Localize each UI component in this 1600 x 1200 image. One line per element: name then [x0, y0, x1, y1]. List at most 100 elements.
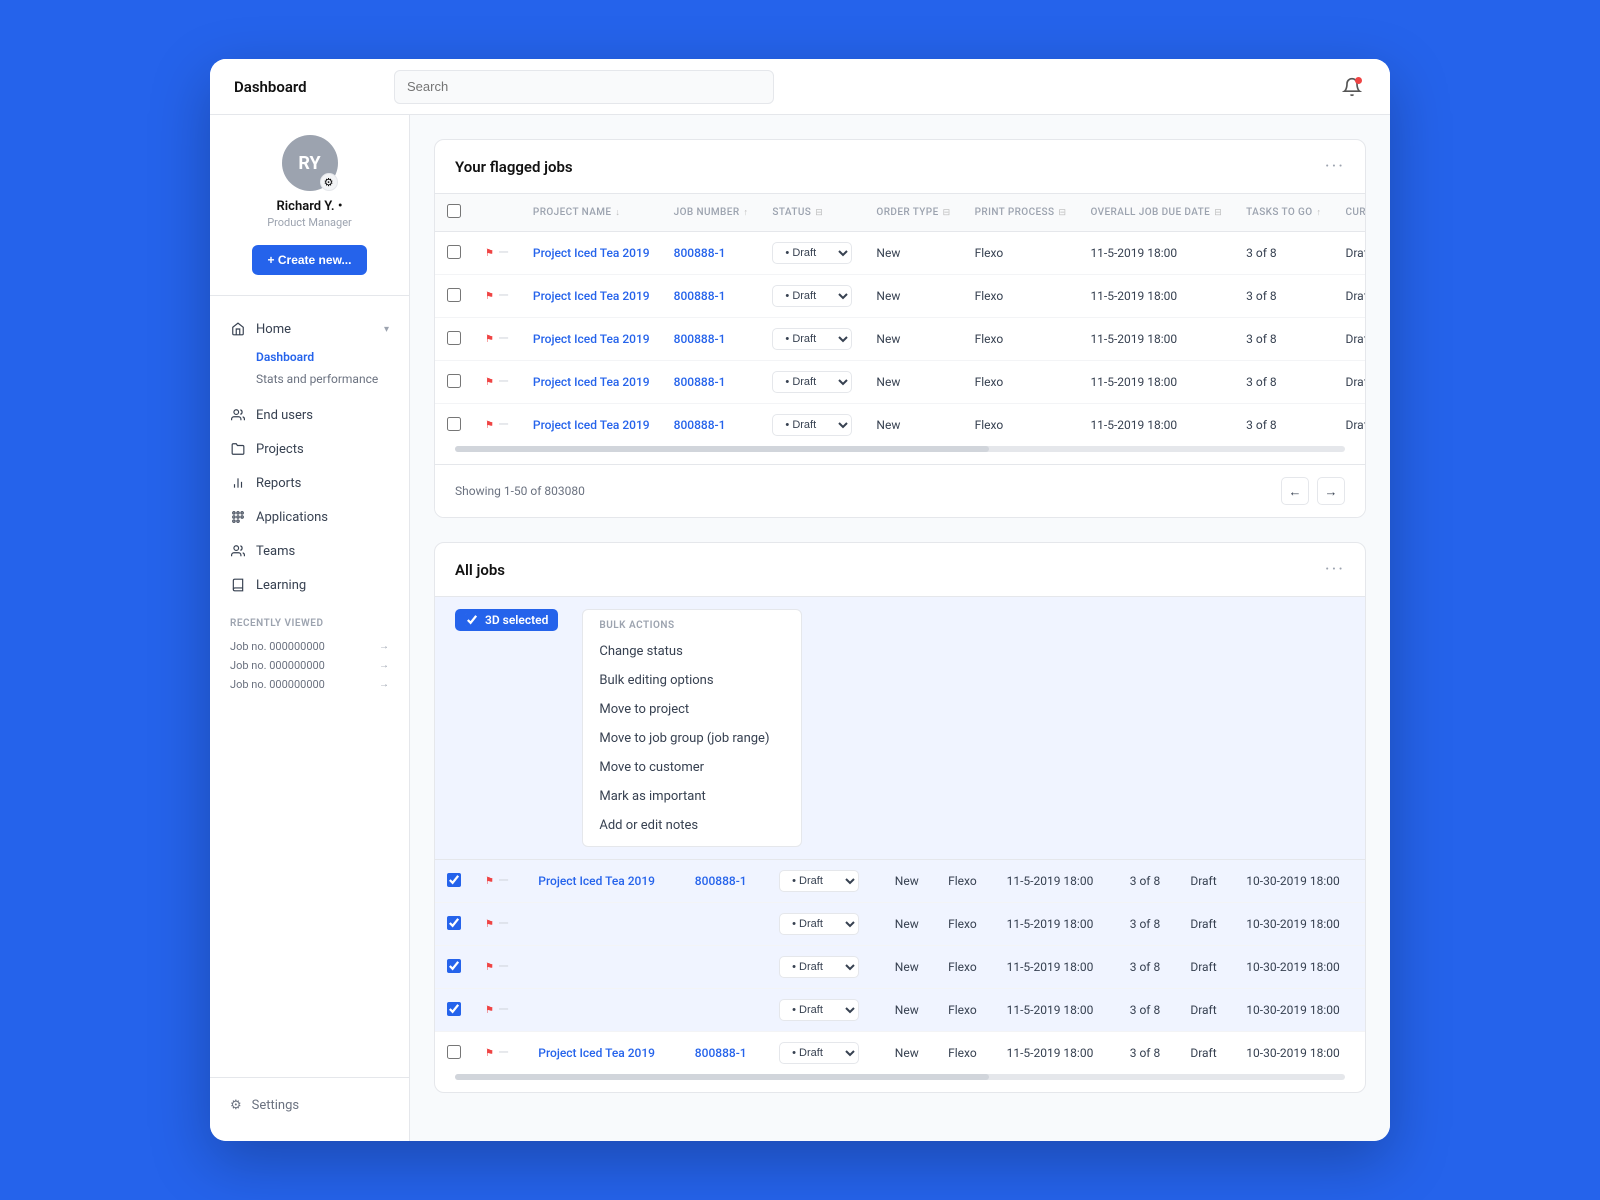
- user-name: Richard Y. •: [277, 199, 343, 214]
- flagged-jobs-menu[interactable]: ···: [1325, 156, 1345, 177]
- row-action-dash[interactable]: —: [498, 1045, 509, 1061]
- flag-icon[interactable]: ⚑: [485, 248, 494, 259]
- bulk-mark-important[interactable]: Mark as important: [583, 782, 801, 811]
- status-select[interactable]: • Draft • Active • Closed: [772, 285, 852, 307]
- th-curr-status[interactable]: CURRENT ITEM STATUS ⊟: [1333, 194, 1365, 232]
- bulk-editing-options[interactable]: Bulk editing options: [583, 666, 801, 695]
- next-page-button[interactable]: →: [1317, 477, 1345, 505]
- sidebar-item-end-users[interactable]: End users: [210, 398, 409, 432]
- row-action-dash[interactable]: —: [498, 374, 509, 390]
- flag-icon[interactable]: ⚑: [485, 291, 494, 302]
- row-checkbox[interactable]: [447, 288, 461, 302]
- job-number-link[interactable]: 800888-1: [674, 246, 726, 260]
- row-action-dash[interactable]: —: [498, 245, 509, 261]
- status-select[interactable]: • Draft • Active • Closed: [779, 870, 859, 892]
- row-checkbox[interactable]: [447, 417, 461, 431]
- curr-status: Draft: [1333, 318, 1365, 361]
- job-number-link[interactable]: 800888-1: [674, 289, 726, 303]
- prev-page-button[interactable]: ←: [1281, 477, 1309, 505]
- bulk-select-checkbox[interactable]: [465, 613, 479, 627]
- bulk-add-notes[interactable]: Add or edit notes: [583, 811, 801, 840]
- all-jobs-scroll-track[interactable]: [455, 1074, 1345, 1080]
- project-name-link[interactable]: Project Iced Tea 2019: [533, 246, 650, 260]
- row-checkbox[interactable]: [447, 1002, 461, 1016]
- flag-icon[interactable]: ⚑: [485, 1048, 494, 1059]
- bulk-change-status[interactable]: Change status: [583, 637, 801, 666]
- status-select[interactable]: • Draft • Active • Closed: [772, 414, 852, 436]
- job-number-link[interactable]: 800888-1: [695, 874, 747, 888]
- flagged-scroll-track[interactable]: [455, 446, 1345, 452]
- row-action-dash[interactable]: —: [498, 1002, 509, 1018]
- sidebar-subitem-stats[interactable]: Stats and performance: [256, 368, 409, 390]
- row-action-dash[interactable]: —: [498, 916, 509, 932]
- job-number-link[interactable]: 800888-1: [695, 1046, 747, 1060]
- recent-item-2[interactable]: Job no. 000000000 →: [230, 656, 389, 675]
- nav-section: Home ▾ Dashboard Stats and performance E…: [210, 296, 409, 602]
- notification-icon[interactable]: [1338, 73, 1366, 101]
- job-number-link[interactable]: 800888-1: [674, 332, 726, 346]
- th-status[interactable]: STATUS ⊟: [760, 194, 864, 232]
- select-all-flagged[interactable]: [447, 204, 461, 218]
- sidebar-item-reports[interactable]: Reports: [210, 466, 409, 500]
- project-name-link[interactable]: Project Iced Tea 2019: [538, 1046, 655, 1060]
- project-name-link[interactable]: Project Iced Tea 2019: [533, 332, 650, 346]
- flag-icon[interactable]: ⚑: [485, 1005, 494, 1016]
- bulk-move-job-group[interactable]: Move to job group (job range): [583, 724, 801, 753]
- create-new-button[interactable]: + Create new...: [252, 245, 368, 275]
- row-checkbox[interactable]: [447, 1045, 461, 1059]
- bulk-move-customer[interactable]: Move to customer: [583, 753, 801, 782]
- sidebar-item-learning[interactable]: Learning: [210, 568, 409, 602]
- status-select[interactable]: • Draft • Active • Closed: [779, 1042, 859, 1064]
- all-jobs-menu[interactable]: ···: [1325, 559, 1345, 580]
- avatar-settings-icon[interactable]: ⚙: [320, 173, 338, 191]
- row-action-dash[interactable]: —: [498, 959, 509, 975]
- row-checkbox[interactable]: [447, 959, 461, 973]
- th-print-process[interactable]: PRINT PROCESS ⊟: [963, 194, 1079, 232]
- flag-icon[interactable]: ⚑: [485, 420, 494, 431]
- row-action-dash[interactable]: —: [498, 288, 509, 304]
- row-action-dash[interactable]: —: [498, 417, 509, 433]
- project-name-link[interactable]: Project Iced Tea 2019: [533, 375, 650, 389]
- sidebar-item-home[interactable]: Home ▾: [210, 312, 409, 346]
- user-role: Product Manager: [267, 216, 352, 229]
- flag-icon[interactable]: ⚑: [485, 919, 494, 930]
- flag-icon[interactable]: ⚑: [485, 377, 494, 388]
- project-name-link[interactable]: Project Iced Tea 2019: [538, 874, 655, 888]
- sidebar-item-projects[interactable]: Projects: [210, 432, 409, 466]
- row-checkbox[interactable]: [447, 245, 461, 259]
- status-select[interactable]: • Draft • Active • Closed: [779, 999, 859, 1021]
- flag-icon[interactable]: ⚑: [485, 962, 494, 973]
- job-number-link[interactable]: 800888-1: [674, 375, 726, 389]
- project-name-link[interactable]: Project Iced Tea 2019: [533, 418, 650, 432]
- recent-item-1[interactable]: Job no. 000000000 →: [230, 637, 389, 656]
- row-checkbox[interactable]: [447, 873, 461, 887]
- row-checkbox[interactable]: [447, 916, 461, 930]
- row-checkbox[interactable]: [447, 331, 461, 345]
- sidebar-item-applications[interactable]: Applications: [210, 500, 409, 534]
- row-action-dash[interactable]: —: [498, 873, 509, 889]
- th-job-number[interactable]: JOB NUMBER ↑: [662, 194, 761, 232]
- status-select[interactable]: • Draft • Active • Closed: [772, 242, 852, 264]
- search-input[interactable]: [394, 70, 774, 104]
- status-select[interactable]: • Draft • Active • Closed: [779, 913, 859, 935]
- status-select[interactable]: • Draft • Active • Closed: [772, 371, 852, 393]
- row-action-dash[interactable]: —: [498, 331, 509, 347]
- flag-icon[interactable]: ⚑: [485, 876, 494, 887]
- flag-icon[interactable]: ⚑: [485, 334, 494, 345]
- bulk-move-project[interactable]: Move to project: [583, 695, 801, 724]
- job-number-link[interactable]: 800888-1: [674, 418, 726, 432]
- project-name-link[interactable]: Project Iced Tea 2019: [533, 289, 650, 303]
- th-tasks[interactable]: TASKS TO GO ↑: [1234, 194, 1333, 232]
- th-project-name[interactable]: PROJECT NAME ↓: [521, 194, 662, 232]
- settings-item[interactable]: ⚙ Settings: [230, 1090, 389, 1121]
- order-type: New: [883, 946, 936, 989]
- all-jobs-table-wrap: ⚑ — Project Iced Tea 2019 800888-1 • Dra…: [435, 860, 1365, 1074]
- status-select[interactable]: • Draft • Active • Closed: [779, 956, 859, 978]
- row-checkbox[interactable]: [447, 374, 461, 388]
- sidebar-subitem-dashboard[interactable]: Dashboard: [256, 346, 409, 368]
- recent-item-3[interactable]: Job no. 000000000 →: [230, 675, 389, 694]
- status-select[interactable]: • Draft • Active • Closed: [772, 328, 852, 350]
- th-order-type[interactable]: ORDER TYPE ⊟: [864, 194, 962, 232]
- sidebar-item-teams[interactable]: Teams: [210, 534, 409, 568]
- th-job-due[interactable]: OVERALL JOB DUE DATE ⊟: [1078, 194, 1234, 232]
